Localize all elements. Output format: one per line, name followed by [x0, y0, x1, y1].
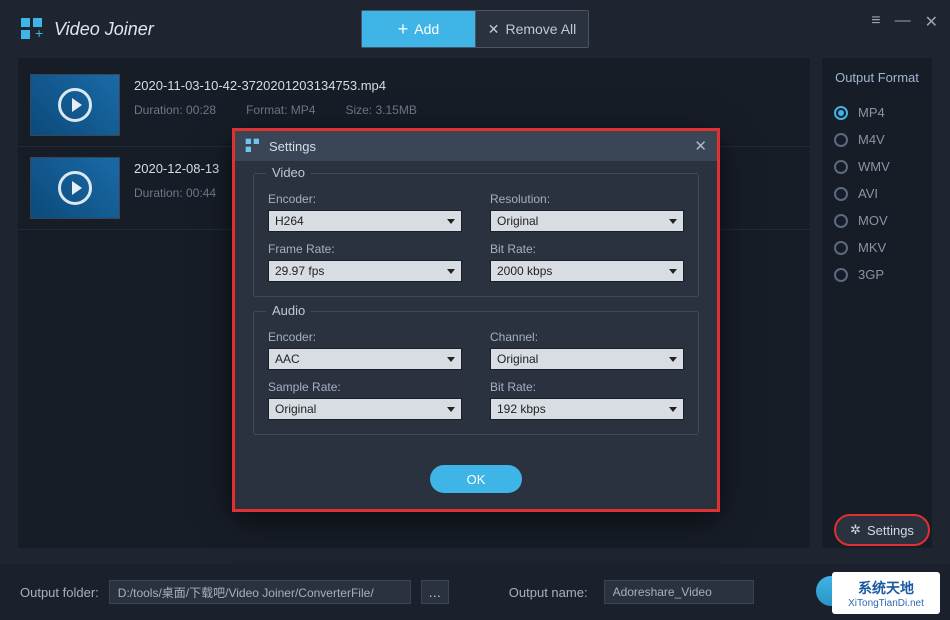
- main-actions: + Add ✕ Remove All: [361, 10, 589, 48]
- play-icon: [58, 171, 92, 205]
- titlebar: + Video Joiner + Add ✕ Remove All ≡ — ✕: [0, 0, 950, 58]
- format-label: M4V: [858, 132, 885, 147]
- radio-icon: [834, 268, 848, 282]
- audio-channel-select[interactable]: Original: [490, 348, 684, 370]
- audio-samplerate-select[interactable]: Original: [268, 398, 462, 420]
- file-meta: 2020-11-03-10-42-3720201203134753.mp4 Du…: [134, 74, 798, 136]
- browse-button[interactable]: …: [421, 580, 449, 604]
- video-group: Video Encoder: H264 Resolution: Original…: [253, 173, 699, 297]
- format-label: MP4: [858, 105, 885, 120]
- dialog-body: Video Encoder: H264 Resolution: Original…: [235, 161, 717, 457]
- output-format-title: Output Format: [832, 70, 922, 85]
- chevron-down-icon: [669, 407, 677, 412]
- dialog-footer: OK: [235, 457, 717, 509]
- format-option-mov[interactable]: MOV: [832, 207, 922, 234]
- radio-icon: [834, 214, 848, 228]
- output-name-label: Output name:: [509, 585, 588, 600]
- add-button[interactable]: + Add: [362, 11, 475, 47]
- chevron-down-icon: [669, 357, 677, 362]
- audio-channel-label: Channel:: [490, 330, 684, 344]
- video-framerate-select[interactable]: 29.97 fps: [268, 260, 462, 282]
- video-bitrate-select[interactable]: 2000 kbps: [490, 260, 684, 282]
- radio-icon: [834, 106, 848, 120]
- format-label: MKV: [858, 240, 886, 255]
- dialog-title: Settings: [269, 139, 316, 154]
- plus-icon: +: [398, 19, 409, 40]
- app-logo: + Video Joiner: [20, 17, 154, 41]
- format-option-wmv[interactable]: WMV: [832, 153, 922, 180]
- video-framerate-label: Frame Rate:: [268, 242, 462, 256]
- video-thumbnail[interactable]: [30, 74, 120, 136]
- format-option-mp4[interactable]: MP4: [832, 99, 922, 126]
- video-legend: Video: [266, 165, 311, 180]
- output-format-panel: Output Format MP4 M4V WMV AVI MOV MKV 3GP: [822, 58, 932, 548]
- remove-all-button[interactable]: ✕ Remove All: [475, 11, 588, 47]
- audio-encoder-label: Encoder:: [268, 330, 462, 344]
- file-name: 2020-11-03-10-42-3720201203134753.mp4: [134, 78, 798, 93]
- radio-icon: [834, 133, 848, 147]
- bottom-bar: Output folder: … Output name:: [0, 564, 950, 620]
- format-option-mkv[interactable]: MKV: [832, 234, 922, 261]
- audio-legend: Audio: [266, 303, 311, 318]
- format-option-m4v[interactable]: M4V: [832, 126, 922, 153]
- minimize-icon[interactable]: —: [895, 12, 911, 32]
- settings-label: Settings: [867, 523, 914, 538]
- format-label: AVI: [858, 186, 878, 201]
- audio-bitrate-select[interactable]: 192 kbps: [490, 398, 684, 420]
- audio-samplerate-label: Sample Rate:: [268, 380, 462, 394]
- video-resolution-label: Resolution:: [490, 192, 684, 206]
- svg-text:+: +: [35, 25, 43, 41]
- menu-icon[interactable]: ≡: [871, 12, 880, 32]
- dialog-titlebar: Settings ✕: [235, 131, 717, 161]
- file-subinfo: Duration: 00:28 Format: MP4 Size: 3.15MB: [134, 103, 798, 117]
- window-controls: ≡ — ✕: [871, 12, 938, 32]
- settings-dialog: Settings ✕ Video Encoder: H264 Resolutio…: [232, 128, 720, 512]
- output-folder-input[interactable]: [109, 580, 411, 604]
- radio-icon: [834, 160, 848, 174]
- chevron-down-icon: [669, 219, 677, 224]
- chevron-down-icon: [447, 407, 455, 412]
- close-icon[interactable]: ✕: [925, 12, 938, 32]
- remove-label: Remove All: [505, 21, 576, 37]
- video-encoder-select[interactable]: H264: [268, 210, 462, 232]
- video-resolution-select[interactable]: Original: [490, 210, 684, 232]
- format-option-avi[interactable]: AVI: [832, 180, 922, 207]
- watermark: 系统天地 XiTongTianDi.net: [832, 572, 940, 614]
- format-label: 3GP: [858, 267, 884, 282]
- format-option-3gp[interactable]: 3GP: [832, 261, 922, 288]
- audio-group: Audio Encoder: AAC Channel: Original Sam…: [253, 311, 699, 435]
- video-thumbnail[interactable]: [30, 157, 120, 219]
- play-icon: [58, 88, 92, 122]
- chevron-down-icon: [447, 219, 455, 224]
- audio-bitrate-label: Bit Rate:: [490, 380, 684, 394]
- output-name-input[interactable]: [604, 580, 754, 604]
- dialog-close-icon[interactable]: ✕: [694, 137, 707, 155]
- chevron-down-icon: [447, 357, 455, 362]
- add-label: Add: [414, 21, 439, 37]
- chevron-down-icon: [669, 269, 677, 274]
- radio-icon: [834, 241, 848, 255]
- x-icon: ✕: [488, 21, 500, 38]
- settings-button[interactable]: ✲ Settings: [834, 514, 930, 546]
- video-bitrate-label: Bit Rate:: [490, 242, 684, 256]
- chevron-down-icon: [447, 269, 455, 274]
- audio-encoder-select[interactable]: AAC: [268, 348, 462, 370]
- app-title: Video Joiner: [54, 19, 154, 40]
- dialog-icon: [245, 138, 261, 154]
- radio-icon: [834, 187, 848, 201]
- video-encoder-label: Encoder:: [268, 192, 462, 206]
- output-folder-label: Output folder:: [20, 585, 99, 600]
- format-label: WMV: [858, 159, 890, 174]
- format-label: MOV: [858, 213, 888, 228]
- app-logo-icon: +: [20, 17, 44, 41]
- ok-button[interactable]: OK: [430, 465, 522, 493]
- gear-icon: ✲: [850, 522, 861, 538]
